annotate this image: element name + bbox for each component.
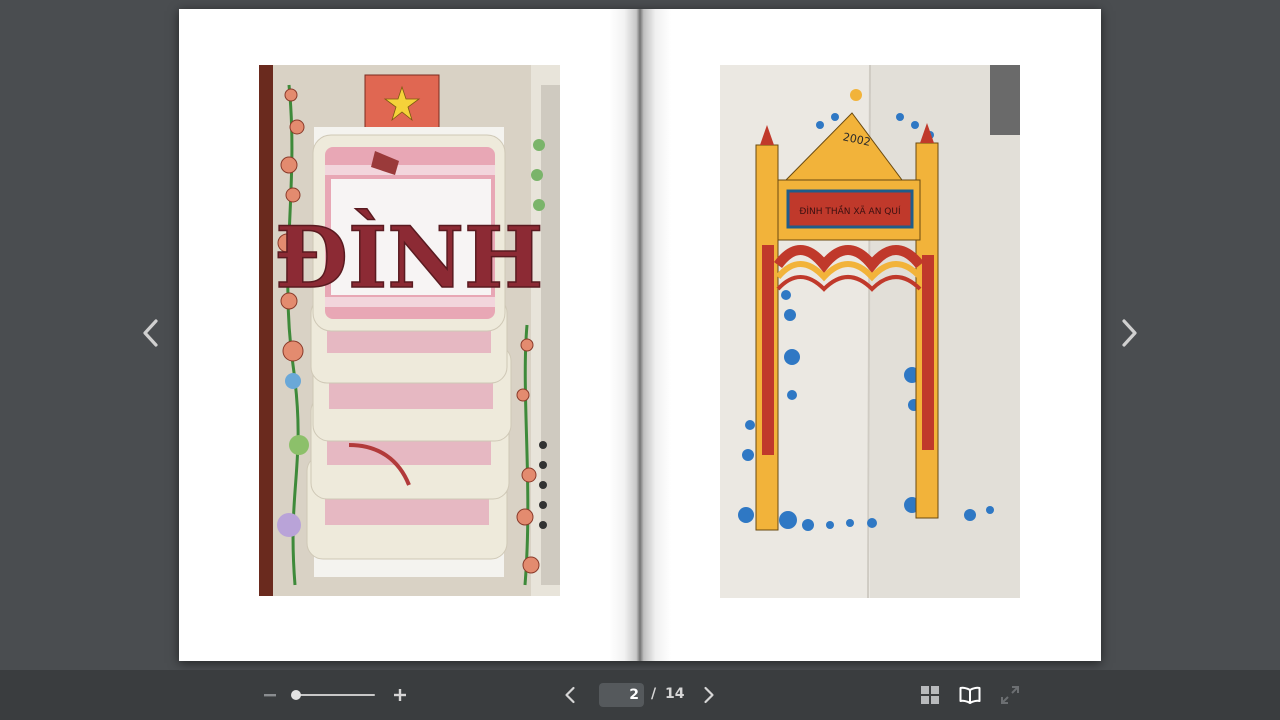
minus-icon (264, 694, 276, 697)
open-book-icon (959, 686, 981, 704)
chevron-left-icon (565, 686, 575, 704)
chevron-left-icon (143, 319, 158, 347)
flipbook-spread: ĐÌNH 2002 ĐÌNH THẦN XÃ AN QUÍ (179, 9, 1101, 661)
left-photo-text: ĐÌNH (275, 208, 544, 307)
toolbar-next-button[interactable] (698, 684, 720, 706)
zoom-out-button[interactable] (259, 685, 281, 705)
left-page: ĐÌNH (179, 9, 640, 661)
fullscreen-button[interactable] (999, 684, 1021, 706)
chevron-right-icon (704, 686, 714, 704)
next-page-arrow[interactable] (1113, 316, 1145, 350)
total-pages: 14 (665, 686, 685, 702)
right-page-photo: 2002 ĐÌNH THẦN XÃ AN QUÍ (720, 65, 1020, 598)
toolbar-previous-button[interactable] (559, 684, 581, 706)
thumbnails-button[interactable] (919, 684, 941, 706)
bottom-toolbar: / 14 (0, 670, 1280, 720)
page-separator: / (651, 686, 657, 702)
plus-icon (394, 689, 406, 701)
page-number-input[interactable] (599, 683, 644, 707)
right-page: 2002 ĐÌNH THẦN XÃ AN QUÍ (640, 9, 1101, 661)
expand-icon (1001, 686, 1019, 704)
zoom-slider-track (295, 694, 375, 696)
zoom-slider-thumb[interactable] (291, 690, 301, 700)
zoom-slider[interactable] (291, 686, 377, 704)
grid-icon (921, 686, 939, 704)
zoom-in-button[interactable] (389, 684, 411, 706)
chevron-right-icon (1122, 319, 1137, 347)
left-page-photo: ĐÌNH (259, 65, 560, 596)
previous-page-arrow[interactable] (135, 316, 167, 350)
book-view-button[interactable] (957, 683, 983, 707)
